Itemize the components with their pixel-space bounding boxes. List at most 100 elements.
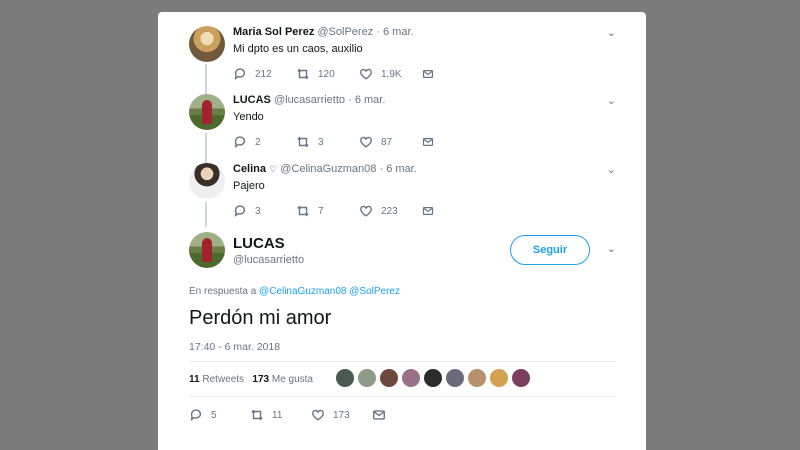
like-button[interactable]: 1,9K — [359, 67, 422, 81]
reply-icon — [234, 68, 246, 80]
tweet-date[interactable]: 6 mar. — [383, 26, 414, 38]
tweet-header: LUCAS @lucasarrietto · 6 mar. — [233, 94, 385, 106]
author-name[interactable]: LUCAS — [233, 235, 285, 252]
retweet-icon — [251, 409, 263, 421]
liker-avatars — [336, 369, 534, 387]
retweet-count: 11 — [272, 409, 283, 421]
mention-link[interactable]: @CelinaGuzman08 — [259, 286, 346, 297]
liker-avatar[interactable] — [358, 369, 376, 387]
avatar[interactable] — [189, 232, 225, 268]
author-handle[interactable]: @lucasarrietto — [274, 94, 345, 106]
divider — [189, 396, 616, 397]
heart-icon — [360, 68, 372, 80]
like-count: 87 — [381, 136, 393, 148]
tweet-timestamp[interactable]: 17:40 - 6 mar. 2018 — [189, 341, 280, 353]
author-name[interactable]: Celina — [233, 163, 266, 175]
reply-count: 212 — [255, 68, 272, 80]
liker-avatar[interactable] — [468, 369, 486, 387]
like-button[interactable]: 223 — [359, 204, 422, 218]
tweet-text: Pajero — [233, 180, 265, 192]
mention-link[interactable]: @SolPerez — [349, 286, 400, 297]
author-handle[interactable]: @SolPerez — [317, 26, 373, 38]
reply-button[interactable]: 3 — [233, 204, 296, 218]
dot-separator: · — [379, 163, 384, 175]
chevron-down-icon[interactable]: ⌄ — [607, 242, 616, 255]
avatar[interactable] — [189, 163, 225, 199]
tweet-text: Perdón mi amor — [189, 307, 332, 329]
like-button[interactable]: 87 — [359, 135, 422, 149]
retweets-count[interactable]: 11 — [189, 374, 200, 385]
liker-avatar[interactable] — [512, 369, 530, 387]
author-name[interactable]: LUCAS — [233, 94, 271, 106]
dm-button[interactable] — [422, 204, 442, 218]
dot-separator: · — [376, 26, 380, 38]
heart-icon — [360, 205, 372, 217]
retweets-label[interactable]: Retweets — [202, 374, 244, 385]
like-count: 1,9K — [381, 68, 402, 80]
tweet-header: Maria Sol Perez @SolPerez · 6 mar. — [233, 26, 414, 38]
author-name[interactable]: Maria Sol Perez — [233, 26, 314, 38]
liker-avatar[interactable] — [380, 369, 398, 387]
dm-button[interactable] — [422, 135, 442, 149]
dot-separator: · — [348, 94, 352, 106]
avatar[interactable] — [189, 94, 225, 130]
reply-count: 2 — [255, 136, 261, 148]
retweet-icon — [297, 136, 309, 148]
retweet-button[interactable]: 120 — [296, 67, 359, 81]
tweet-text: Yendo — [233, 111, 264, 123]
envelope-icon — [422, 70, 434, 78]
retweet-count: 120 — [318, 68, 335, 80]
likes-count[interactable]: 173 — [252, 374, 269, 385]
retweet-count: 3 — [318, 136, 324, 148]
chevron-down-icon[interactable]: ⌄ — [607, 26, 616, 39]
envelope-icon — [422, 138, 434, 146]
reply-prefix: En respuesta a — [189, 286, 257, 297]
retweet-icon — [297, 205, 309, 217]
liker-avatar[interactable] — [490, 369, 508, 387]
tweet-thread-card: Maria Sol Perez @SolPerez · 6 mar. ⌄ Mi … — [158, 12, 646, 450]
avatar[interactable] — [189, 26, 225, 62]
tweet-date[interactable]: 6 mar. — [355, 94, 386, 106]
tweet-text: Mi dpto es un caos, auxilio — [233, 43, 363, 55]
heart-icon — [312, 409, 324, 421]
dm-button[interactable] — [372, 408, 433, 422]
tweet-celinaguzman[interactable]: Celina ♡ @CelinaGuzman08 · 6 mar. ⌄ Paje… — [158, 163, 646, 223]
reply-context: En respuesta a @CelinaGuzman08 @SolPerez — [189, 286, 400, 297]
liker-avatar[interactable] — [446, 369, 464, 387]
like-count: 173 — [333, 409, 350, 421]
tweet-actions: 212 120 1,9K — [233, 66, 442, 82]
reply-icon — [190, 409, 202, 421]
author-handle[interactable]: @CelinaGuzman08 — [280, 163, 376, 175]
retweet-button[interactable]: 7 — [296, 204, 359, 218]
retweet-button[interactable]: 11 — [250, 408, 311, 422]
envelope-icon — [373, 410, 385, 420]
verified-shield-icon: ♡ — [269, 164, 278, 174]
retweet-button[interactable]: 3 — [296, 135, 359, 149]
reply-button[interactable]: 5 — [189, 408, 250, 422]
reply-button[interactable]: 212 — [233, 67, 296, 81]
tweet-lucasarrietto-reply[interactable]: LUCAS @lucasarrietto · 6 mar. ⌄ Yendo 2 … — [158, 94, 646, 154]
dm-button[interactable] — [422, 67, 442, 81]
liker-avatar[interactable] — [336, 369, 354, 387]
divider — [189, 361, 616, 362]
reply-count: 5 — [211, 409, 217, 421]
retweet-count: 7 — [318, 205, 324, 217]
like-button[interactable]: 173 — [311, 408, 372, 422]
tweet-actions: 5 11 173 — [189, 407, 433, 423]
tweet-actions: 2 3 87 — [233, 134, 442, 150]
author-handle[interactable]: @lucasarrietto — [233, 254, 304, 266]
liker-avatar[interactable] — [424, 369, 442, 387]
engagement-stats: 11 Retweets 173 Me gusta — [189, 374, 313, 385]
reply-count: 3 — [255, 205, 261, 217]
tweet-date[interactable]: 6 mar. — [386, 163, 417, 175]
tweet-solperez[interactable]: Maria Sol Perez @SolPerez · 6 mar. ⌄ Mi … — [158, 26, 646, 86]
chevron-down-icon[interactable]: ⌄ — [607, 94, 616, 107]
like-count: 223 — [381, 205, 398, 217]
chevron-down-icon[interactable]: ⌄ — [607, 163, 616, 176]
envelope-icon — [422, 207, 434, 215]
follow-button[interactable]: Seguir — [510, 235, 590, 265]
reply-icon — [234, 205, 246, 217]
reply-button[interactable]: 2 — [233, 135, 296, 149]
likes-label[interactable]: Me gusta — [272, 374, 313, 385]
liker-avatar[interactable] — [402, 369, 420, 387]
